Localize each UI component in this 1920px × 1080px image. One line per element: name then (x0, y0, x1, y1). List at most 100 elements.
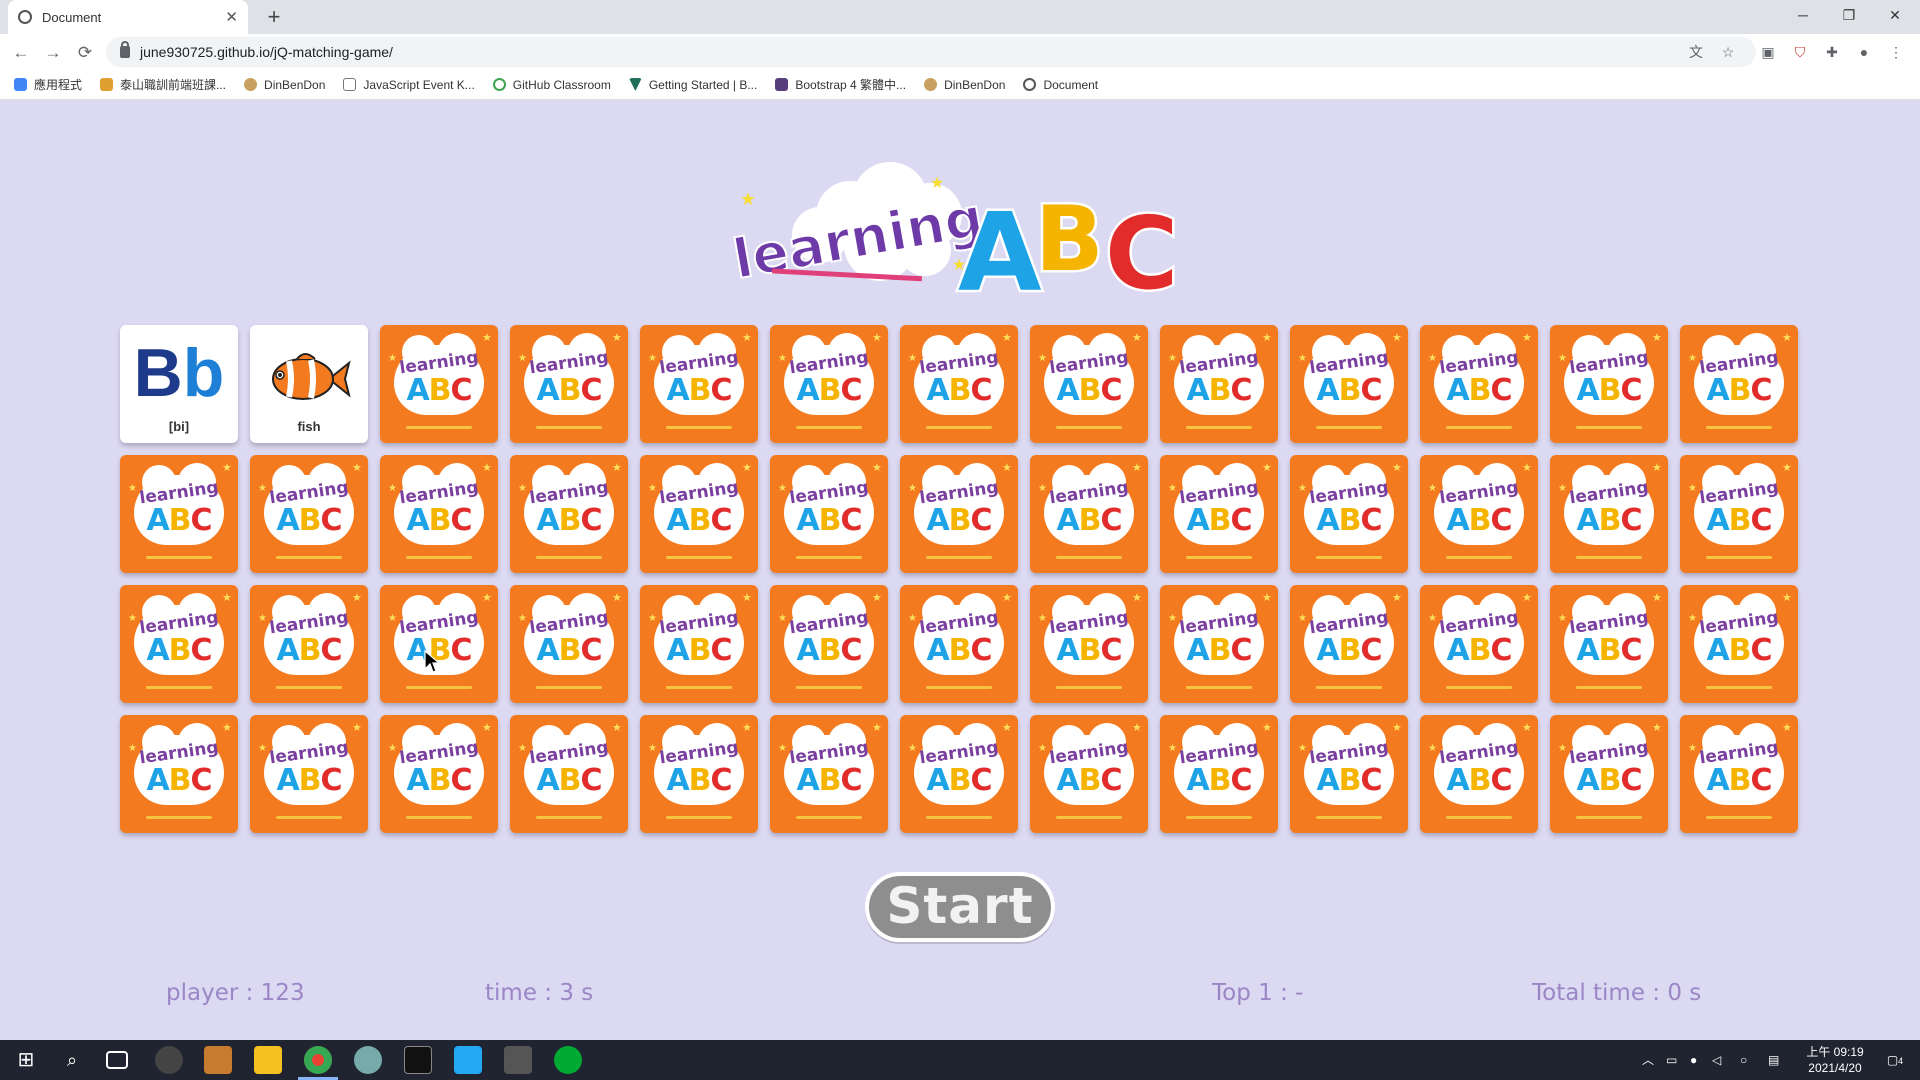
face-down-card[interactable]: ★ ★ learning ABC (770, 455, 888, 573)
face-down-card[interactable]: ★ ★ learning ABC (1030, 325, 1148, 443)
face-down-card[interactable]: ★ ★ learning ABC (120, 715, 238, 833)
bookmark-item[interactable]: DinBenDon (244, 78, 325, 92)
bookmark-item[interactable]: Document (1023, 78, 1098, 92)
face-down-card[interactable]: ★ ★ learning ABC (1160, 325, 1278, 443)
card-underline (406, 426, 472, 429)
face-down-card[interactable]: ★ ★ learning ABC (1680, 455, 1798, 573)
new-tab-button[interactable]: + (260, 3, 288, 31)
face-down-card[interactable]: ★ ★ learning ABC (640, 325, 758, 443)
battery-icon[interactable]: ○ (1740, 1040, 1747, 1080)
face-down-card[interactable]: ★ ★ learning ABC (1290, 585, 1408, 703)
face-down-card[interactable]: ★ ★ learning ABC (770, 585, 888, 703)
face-down-card[interactable]: ★ ★ learning ABC (250, 455, 368, 573)
start-button[interactable]: Start (865, 872, 1055, 942)
profile-icon[interactable]: ● (1854, 42, 1874, 62)
face-down-card[interactable]: ★ ★ learning ABC (900, 325, 1018, 443)
face-down-card[interactable]: ★ ★ learning ABC (1160, 585, 1278, 703)
tray-chevron-icon[interactable]: ︿ (1642, 1040, 1654, 1080)
face-down-card[interactable]: ★ ★ learning ABC (510, 455, 628, 573)
bookmark-item[interactable]: 泰山職訓前端班課... (100, 76, 226, 93)
terminal-icon[interactable] (404, 1046, 432, 1074)
app-icon[interactable] (354, 1046, 382, 1074)
face-down-card[interactable]: ★ ★ learning ABC (1680, 585, 1798, 703)
face-down-card[interactable]: ★ ★ learning ABC (1420, 585, 1538, 703)
face-down-card[interactable]: ★ ★ learning ABC (1160, 715, 1278, 833)
face-down-card[interactable]: ★ ★ learning ABC (120, 455, 238, 573)
face-down-card[interactable]: ★ ★ learning ABC (900, 455, 1018, 573)
app-icon[interactable] (204, 1046, 232, 1074)
face-down-card[interactable]: ★ ★ learning ABC (770, 325, 888, 443)
face-down-card[interactable]: ★ ★ learning ABC (1680, 325, 1798, 443)
face-down-card[interactable]: ★ ★ learning ABC (900, 715, 1018, 833)
face-down-card[interactable]: ★ ★ learning ABC (120, 585, 238, 703)
chrome-icon[interactable] (304, 1046, 332, 1074)
face-down-card[interactable]: ★ ★ learning ABC (250, 585, 368, 703)
revealed-card[interactable]: fish (250, 325, 368, 443)
face-down-card[interactable]: ★ ★ learning ABC (1420, 715, 1538, 833)
reload-button[interactable]: ⟳ (72, 40, 98, 66)
forward-button[interactable]: → (40, 40, 66, 66)
face-down-card[interactable]: ★ ★ learning ABC (510, 715, 628, 833)
system-clock[interactable]: 上午 09:19 2021/4/20 (1800, 1044, 1870, 1076)
face-down-card[interactable]: ★ ★ learning ABC (380, 585, 498, 703)
restore-button[interactable]: ❐ (1826, 0, 1872, 30)
back-button[interactable]: ← (8, 40, 34, 66)
bookmark-apps[interactable]: 應用程式 (14, 76, 82, 93)
puzzle-icon[interactable]: ✚ (1822, 42, 1842, 62)
vscode-icon[interactable] (454, 1046, 482, 1074)
bookmark-item[interactable]: JavaScript Event K... (343, 78, 475, 92)
network-icon[interactable]: ▭ (1666, 1040, 1677, 1080)
bookmark-item[interactable]: GitHub Classroom (492, 78, 611, 92)
extension-icon[interactable]: ▣ (1758, 42, 1778, 62)
shield-icon[interactable]: ⛉ (1790, 42, 1810, 62)
face-down-card[interactable]: ★ ★ learning ABC (640, 585, 758, 703)
obs-icon[interactable] (155, 1046, 183, 1074)
face-down-card[interactable]: ★ ★ learning ABC (510, 585, 628, 703)
revealed-card[interactable]: Bb [bi] (120, 325, 238, 443)
address-bar[interactable]: june930725.github.io/jQ-matching-game/ (106, 37, 1756, 67)
face-down-card[interactable]: ★ ★ learning ABC (1030, 715, 1148, 833)
menu-icon[interactable]: ⋮ (1886, 42, 1906, 62)
face-down-card[interactable]: ★ ★ learning ABC (1160, 455, 1278, 573)
close-window-button[interactable]: ✕ (1872, 0, 1918, 30)
face-down-card[interactable]: ★ ★ learning ABC (900, 585, 1018, 703)
face-down-card[interactable]: ★ ★ learning ABC (770, 715, 888, 833)
bookmark-item[interactable]: Getting Started | B... (628, 78, 757, 92)
task-view-icon[interactable] (106, 1051, 128, 1069)
app-icon[interactable] (554, 1046, 582, 1074)
face-down-card[interactable]: ★ ★ learning ABC (1030, 455, 1148, 573)
volume-icon[interactable]: ◁ (1712, 1040, 1721, 1080)
ime-icon[interactable]: ▤ (1768, 1040, 1779, 1080)
face-down-card[interactable]: ★ ★ learning ABC (510, 325, 628, 443)
face-down-card[interactable]: ★ ★ learning ABC (1420, 325, 1538, 443)
face-down-card[interactable]: ★ ★ learning ABC (1030, 585, 1148, 703)
face-down-card[interactable]: ★ ★ learning ABC (1680, 715, 1798, 833)
face-down-card[interactable]: ★ ★ learning ABC (1550, 455, 1668, 573)
minimize-button[interactable]: ─ (1780, 0, 1826, 30)
face-down-card[interactable]: ★ ★ learning ABC (1290, 325, 1408, 443)
notification-center-icon[interactable]: ▢4 (1880, 1040, 1910, 1080)
bookmark-item[interactable]: DinBenDon (924, 78, 1005, 92)
face-down-card[interactable]: ★ ★ learning ABC (380, 455, 498, 573)
face-down-card[interactable]: ★ ★ learning ABC (1290, 455, 1408, 573)
face-down-card[interactable]: ★ ★ learning ABC (1550, 325, 1668, 443)
face-down-card[interactable]: ★ ★ learning ABC (380, 325, 498, 443)
browser-tab[interactable]: Document ✕ (8, 0, 248, 34)
face-down-card[interactable]: ★ ★ learning ABC (1550, 585, 1668, 703)
microphone-icon[interactable]: ● (1690, 1040, 1697, 1080)
tab-close-icon[interactable]: ✕ (225, 8, 238, 26)
calculator-icon[interactable] (504, 1046, 532, 1074)
translate-icon[interactable]: 文 (1686, 42, 1706, 62)
face-down-card[interactable]: ★ ★ learning ABC (250, 715, 368, 833)
bookmark-item[interactable]: Bootstrap 4 繁體中... (775, 76, 906, 93)
face-down-card[interactable]: ★ ★ learning ABC (1290, 715, 1408, 833)
windows-start-icon[interactable]: ⊞ (12, 1046, 40, 1074)
face-down-card[interactable]: ★ ★ learning ABC (1420, 455, 1538, 573)
face-down-card[interactable]: ★ ★ learning ABC (1550, 715, 1668, 833)
bookmark-star-icon[interactable]: ☆ (1718, 42, 1738, 62)
face-down-card[interactable]: ★ ★ learning ABC (640, 715, 758, 833)
file-explorer-icon[interactable] (254, 1046, 282, 1074)
search-icon[interactable]: ⌕ (58, 1046, 86, 1074)
face-down-card[interactable]: ★ ★ learning ABC (640, 455, 758, 573)
face-down-card[interactable]: ★ ★ learning ABC (380, 715, 498, 833)
